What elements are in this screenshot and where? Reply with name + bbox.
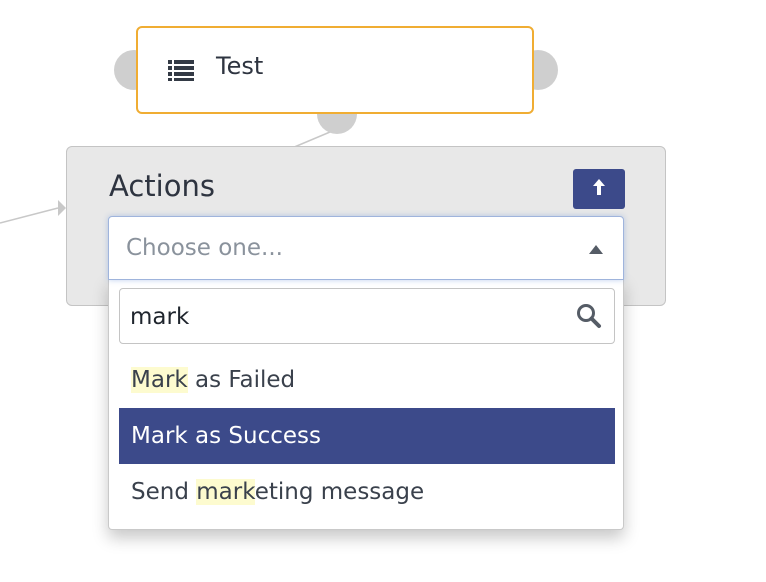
option-mark-as-failed[interactable]: Mark as Failed: [119, 352, 615, 408]
node-title: Test: [216, 52, 264, 80]
search-icon[interactable]: [576, 303, 602, 329]
search-match-highlight: Mark: [131, 367, 188, 393]
search-match-highlight: mark: [196, 479, 255, 505]
option-send-marketing-message[interactable]: Send marketing message: [119, 464, 615, 520]
connector-arrowhead: [58, 200, 66, 216]
connector-line-left: [0, 207, 59, 224]
option-label-rest: as Failed: [187, 367, 296, 393]
list-icon: [168, 59, 194, 81]
search-input[interactable]: [130, 299, 550, 335]
caret-up-icon[interactable]: [589, 245, 603, 254]
actions-title: Actions: [109, 169, 215, 203]
test-node[interactable]: Test: [136, 26, 534, 114]
upload-button[interactable]: [573, 169, 625, 209]
select-dropdown: Mark as Failed Mark as Success Send mark…: [108, 278, 624, 530]
option-label: Mark as Success: [131, 423, 321, 449]
option-label-prefix: Send: [131, 479, 197, 505]
upload-arrow-icon: [592, 178, 606, 200]
search-field[interactable]: [119, 288, 615, 344]
actions-select[interactable]: Choose one...: [108, 216, 624, 280]
option-label-rest: eting message: [254, 479, 425, 505]
select-placeholder: Choose one...: [126, 235, 283, 261]
option-mark-as-success[interactable]: Mark as Success: [119, 408, 615, 464]
